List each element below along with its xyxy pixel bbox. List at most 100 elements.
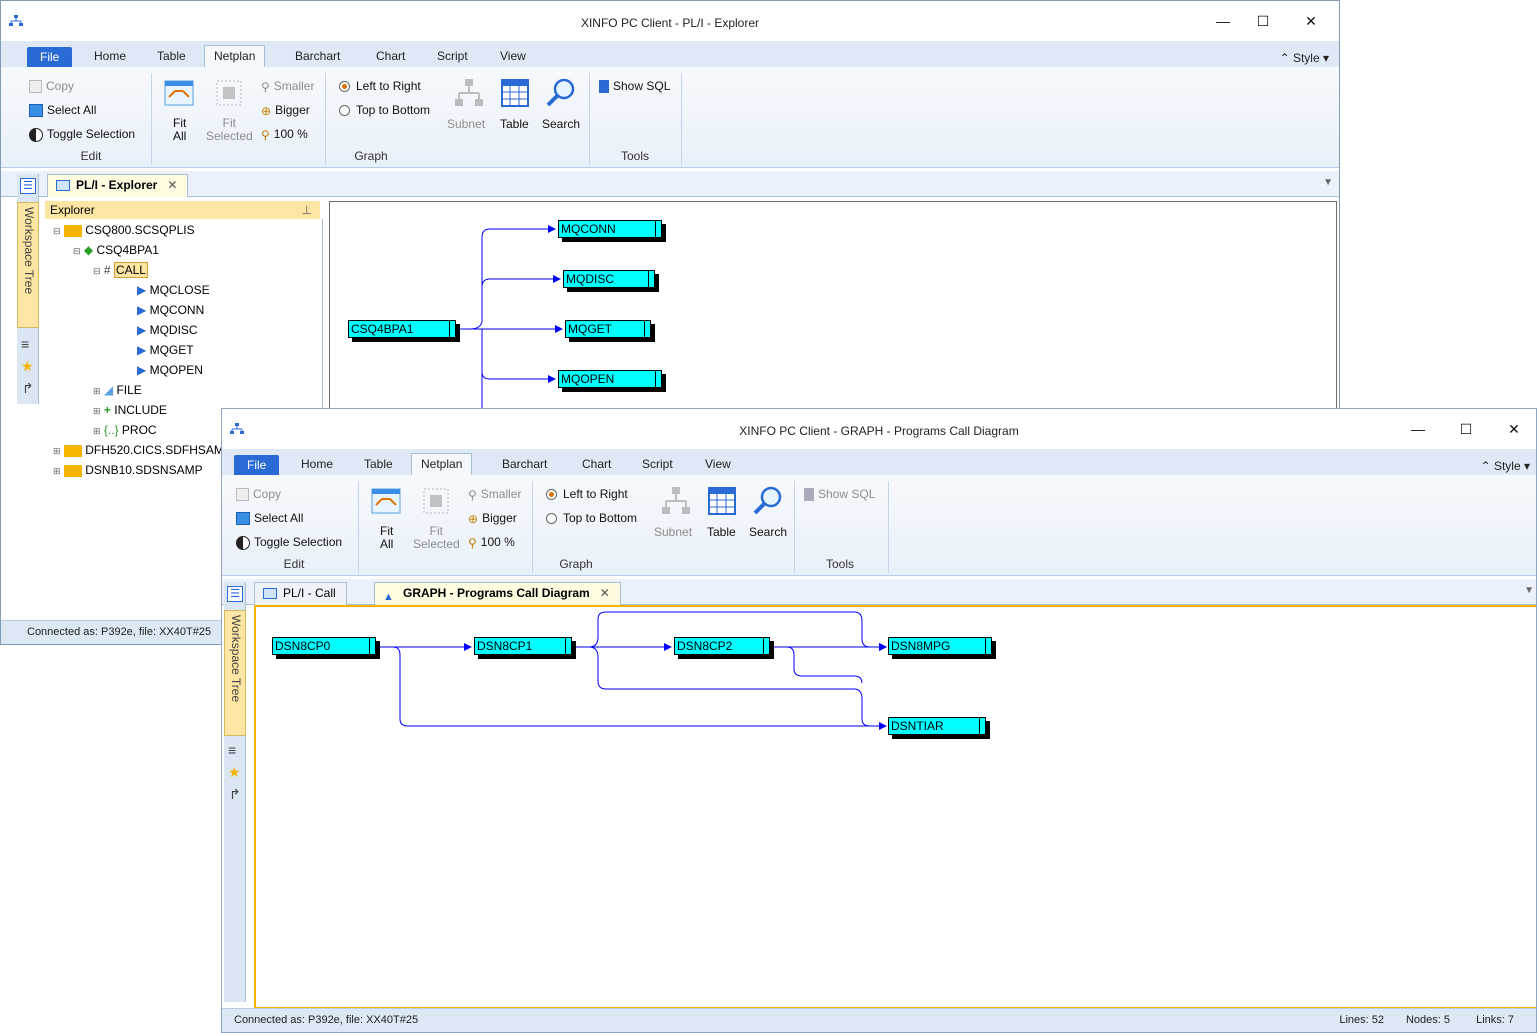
- tree-item[interactable]: ⊟ ◆ CSQ4BPA1: [73, 241, 159, 259]
- tree-item[interactable]: ⊞ {..} PROC: [93, 421, 157, 439]
- smaller-button[interactable]: ⚲ Smaller: [468, 487, 521, 502]
- title-bar[interactable]: XINFO PC Client - PL/I - Explorer — ☐ ✕: [1, 1, 1339, 41]
- close-tab-icon[interactable]: ✕: [600, 586, 610, 600]
- tab-chart[interactable]: Chart: [367, 46, 414, 67]
- tree-item[interactable]: ⊞ DSNB10.SDSNSAMP: [53, 461, 203, 479]
- list-icon[interactable]: ≡: [228, 742, 236, 758]
- tab-list-dropdown-icon[interactable]: ▼: [1323, 177, 1333, 188]
- search-button[interactable]: Search: [542, 117, 580, 131]
- select-all-button[interactable]: Select All: [236, 511, 303, 526]
- bigger-button[interactable]: ⊕ Bigger: [261, 103, 310, 118]
- tab-script[interactable]: Script: [633, 454, 682, 475]
- show-sql-button[interactable]: Show SQL: [599, 79, 670, 94]
- minimize-button[interactable]: —: [1398, 417, 1438, 441]
- tree-item[interactable]: ▶ MQCONN: [137, 301, 204, 319]
- expand-icon[interactable]: ⊞: [93, 426, 101, 436]
- graph-node[interactable]: MQCONN: [558, 220, 662, 238]
- fit-all-button[interactable]: Fit All: [173, 117, 186, 143]
- pin-icon[interactable]: ⊥: [302, 201, 312, 219]
- expand-icon[interactable]: ⊞: [93, 406, 101, 416]
- style-menu[interactable]: ⌃ Style ▾: [1280, 51, 1329, 65]
- tab-file[interactable]: File: [27, 47, 73, 67]
- fit-selected-button[interactable]: Fit Selected: [413, 525, 460, 551]
- star-icon[interactable]: ★: [228, 764, 241, 781]
- doc-tab-graph[interactable]: ▲ GRAPH - Programs Call Diagram ✕: [374, 582, 621, 605]
- close-tab-icon[interactable]: ✕: [167, 178, 177, 192]
- copy-button[interactable]: Copy: [236, 487, 281, 502]
- tab-view[interactable]: View: [491, 46, 535, 67]
- tab-barchart[interactable]: Barchart: [493, 454, 556, 475]
- toggle-selection-button[interactable]: Toggle Selection: [236, 535, 342, 550]
- tab-script[interactable]: Script: [428, 46, 477, 67]
- graph-node[interactable]: MQGET: [565, 320, 651, 338]
- tab-netplan[interactable]: Netplan: [411, 453, 473, 476]
- tree-item[interactable]: ⊞ DFH520.CICS.SDFHSAMP: [53, 441, 232, 459]
- workspace-tree-icon[interactable]: ☰: [20, 178, 36, 194]
- close-button[interactable]: ✕: [1494, 417, 1534, 441]
- doc-tab-pli-explorer[interactable]: PL/I - Explorer ✕: [47, 174, 189, 197]
- expand-icon[interactable]: ⊞: [93, 386, 101, 396]
- tab-file[interactable]: File: [234, 455, 280, 475]
- graph-node[interactable]: CSQ4BPA1: [348, 320, 456, 338]
- table-button[interactable]: Table: [707, 525, 736, 539]
- subnet-button[interactable]: Subnet: [447, 117, 485, 131]
- graph-canvas[interactable]: DSN8CP0 DSN8CP1 DSN8CP2 DSN8MPG DSNTIAR: [254, 605, 1536, 1009]
- tab-home[interactable]: Home: [292, 454, 342, 475]
- top-to-bottom-radio[interactable]: Top to Bottom: [339, 103, 430, 117]
- graph-node[interactable]: DSN8CP0: [272, 637, 376, 655]
- graph-node[interactable]: DSN8MPG: [888, 637, 992, 655]
- arrow-turn-icon[interactable]: ↱: [22, 380, 34, 397]
- tab-table[interactable]: Table: [355, 454, 402, 475]
- collapse-icon[interactable]: ⊟: [73, 246, 81, 256]
- collapse-icon[interactable]: ⊟: [93, 266, 101, 276]
- doc-tab-pli-call[interactable]: PL/I - Call: [254, 582, 347, 605]
- title-bar[interactable]: XINFO PC Client - GRAPH - Programs Call …: [222, 409, 1536, 449]
- tree-item-call[interactable]: ⊟ # CALL: [93, 261, 148, 279]
- maximize-button[interactable]: ☐: [1243, 9, 1283, 33]
- tab-table[interactable]: Table: [148, 46, 195, 67]
- star-icon[interactable]: ★: [21, 358, 34, 375]
- tab-view[interactable]: View: [696, 454, 740, 475]
- tab-list-dropdown-icon[interactable]: ▼: [1524, 585, 1534, 596]
- smaller-button[interactable]: ⚲ Smaller: [261, 79, 314, 94]
- copy-button[interactable]: Copy: [29, 79, 74, 94]
- tree-item[interactable]: ▶ MQOPEN: [137, 361, 203, 379]
- close-button[interactable]: ✕: [1291, 9, 1331, 33]
- tab-netplan[interactable]: Netplan: [204, 45, 266, 68]
- tree-item[interactable]: ⊞ + INCLUDE: [93, 401, 167, 419]
- tree-item[interactable]: ▶ MQGET: [137, 341, 194, 359]
- tree-item[interactable]: ▶ MQCLOSE: [137, 281, 210, 299]
- subnet-button[interactable]: Subnet: [654, 525, 692, 539]
- collapse-icon[interactable]: ⊟: [53, 226, 61, 236]
- zoom-100-button[interactable]: ⚲ 100 %: [468, 535, 515, 550]
- tab-barchart[interactable]: Barchart: [286, 46, 349, 67]
- maximize-button[interactable]: ☐: [1446, 417, 1486, 441]
- zoom-100-button[interactable]: ⚲ 100 %: [261, 127, 308, 142]
- left-to-right-radio[interactable]: Left to Right: [546, 487, 628, 501]
- arrow-turn-icon[interactable]: ↱: [229, 786, 241, 803]
- graph-node[interactable]: MQDISC: [563, 270, 655, 288]
- graph-node[interactable]: DSN8CP1: [474, 637, 572, 655]
- table-button[interactable]: Table: [500, 117, 529, 131]
- fit-all-button[interactable]: Fit All: [380, 525, 393, 551]
- show-sql-button[interactable]: Show SQL: [804, 487, 875, 502]
- tree-item[interactable]: ⊞ ◢ FILE: [93, 381, 142, 399]
- tree-item[interactable]: ▶ MQDISC: [137, 321, 198, 339]
- search-button[interactable]: Search: [749, 525, 787, 539]
- bigger-button[interactable]: ⊕ Bigger: [468, 511, 517, 526]
- workspace-tree-icon[interactable]: ☰: [227, 586, 243, 602]
- minimize-button[interactable]: —: [1203, 9, 1243, 33]
- expand-icon[interactable]: ⊞: [53, 466, 61, 476]
- style-menu[interactable]: ⌃ Style ▾: [1481, 459, 1530, 473]
- toggle-selection-button[interactable]: Toggle Selection: [29, 127, 135, 142]
- left-to-right-radio[interactable]: Left to Right: [339, 79, 421, 93]
- tab-home[interactable]: Home: [85, 46, 135, 67]
- select-all-button[interactable]: Select All: [29, 103, 96, 118]
- graph-node[interactable]: MQOPEN: [558, 370, 662, 388]
- tree-item[interactable]: ⊟ CSQ800.SCSQPLIS: [53, 221, 195, 239]
- tab-chart[interactable]: Chart: [573, 454, 620, 475]
- workspace-tree-tab[interactable]: Workspace Tree: [224, 610, 246, 736]
- workspace-tree-tab[interactable]: Workspace Tree: [17, 202, 39, 328]
- graph-node[interactable]: DSNTIAR: [888, 717, 986, 735]
- expand-icon[interactable]: ⊞: [53, 446, 61, 456]
